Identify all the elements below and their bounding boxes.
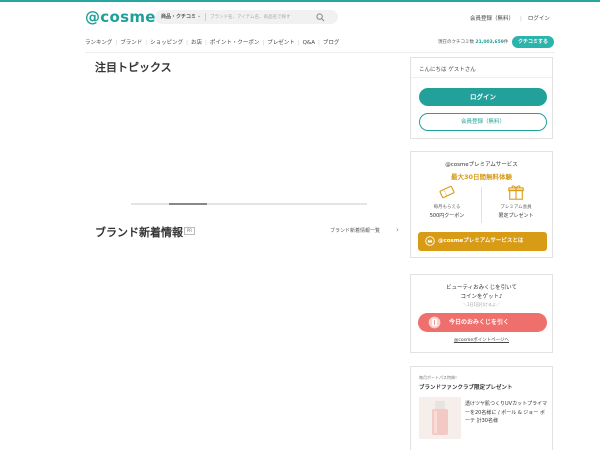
chevron-down-icon[interactable]: ⌄: [197, 13, 201, 19]
review-count: 現在のクチコミ数 21,003,659件: [438, 39, 508, 45]
header-link-separator: |: [520, 16, 522, 22]
nav-item-presents[interactable]: プレゼント: [267, 38, 295, 46]
premium-button-label: @cosmeプレミアムサービスとは: [438, 238, 524, 244]
omikuji-title-line1: ビューティおみくじを引いて: [445, 285, 517, 291]
crown-icon: [425, 236, 435, 246]
fanclub-description[interactable]: 透けツヤ肌つくりUVカットプライマーを20名様に / ポール & ジョー ボーテ…: [465, 400, 549, 426]
fanclub-small-text: 毎月ポートパス特典！: [419, 375, 459, 380]
nav-separator: |: [115, 40, 118, 46]
premium-benefit-present: プレミアム会員 限定プレゼント: [485, 183, 547, 219]
nav-separator: |: [262, 40, 265, 46]
nav-separator: |: [145, 40, 148, 46]
search-input[interactable]: ブランド名、アイテム名、商品名で探す: [210, 14, 291, 20]
omikuji-button-label: 今日のおみくじを引く: [449, 319, 510, 326]
header-account-links: 会員登録（無料） | ログイン: [470, 14, 550, 22]
global-nav: ランキング | ブランド | ショッピング | お店 | ポイント・クーポン | プレゼント | Q&A…: [85, 36, 555, 50]
fanclub-present-card: 毎月ポートパス特典！ ブランドファンクラブ限定プレゼント 透けツヤ肌つくりUVカ…: [410, 366, 553, 450]
nav-separator: |: [297, 40, 300, 46]
nav-separator: |: [204, 40, 207, 46]
omikuji-icon: [428, 316, 441, 329]
coupon-icon: [439, 185, 455, 199]
nav-separator: |: [317, 40, 320, 46]
premium-benefit-coupon: 毎月もらえる 500円クーポン: [416, 183, 478, 219]
fanclub-title[interactable]: ブランドファンクラブ限定プレゼント: [419, 383, 513, 391]
login-link[interactable]: ログイン: [528, 14, 550, 22]
register-button[interactable]: 会員登録（無料）: [419, 113, 547, 131]
nav-item-ranking[interactable]: ランキング: [85, 38, 112, 46]
cosme-logo[interactable]: @cosme: [85, 8, 156, 26]
nav-divider: [85, 52, 555, 53]
carousel-indicator-active[interactable]: [169, 203, 207, 205]
omikuji-card: ビューティおみくじを引いて コインをゲット♪ ＼1日1回引けるよ／ 今日のおみく…: [410, 274, 553, 353]
review-count-unit: 件: [503, 40, 509, 45]
search-divider: [205, 13, 206, 21]
omikuji-title-line2: コインをゲット♪: [460, 294, 503, 300]
carousel-indicator-track[interactable]: [131, 203, 367, 205]
benefit-left-line1: 毎月もらえる: [433, 205, 461, 210]
nav-items: ランキング | ブランド | ショッピング | お店 | ポイント・クーポン | プレゼント | Q&A…: [85, 38, 339, 46]
premium-subtitle: 最大30日間無料体験: [450, 173, 513, 181]
nav-item-shops[interactable]: お店: [191, 38, 202, 46]
search-bar[interactable]: 商品・クチコミ ⌄ ブランド名、アイテム名、商品名で探す: [155, 10, 338, 24]
nav-item-brand[interactable]: ブランド: [120, 38, 142, 46]
brand-news-more-link[interactable]: ブランド新着情報一覧: [330, 227, 380, 234]
review-count-value: 21,003,659: [475, 40, 504, 45]
benefit-left-line2: 500円クーポン: [429, 213, 465, 219]
topics-heading: 注目トピックス: [95, 61, 172, 74]
post-review-button[interactable]: クチコミする: [512, 36, 554, 48]
primer-bottle-icon: [419, 397, 461, 439]
benefit-right-line1: プレミアム会員: [500, 205, 532, 210]
nav-item-blog[interactable]: ブログ: [323, 38, 340, 46]
brand-news-heading: ブランド新着情報: [95, 226, 183, 239]
nav-item-shopping[interactable]: ショッピング: [150, 38, 183, 46]
card-divider: [411, 77, 552, 78]
premium-title: @cosmeプレミアムサービス: [445, 162, 518, 168]
nav-item-qa[interactable]: Q&A: [303, 40, 315, 46]
search-icon[interactable]: [316, 13, 325, 22]
nav-separator: |: [186, 40, 188, 46]
gift-icon: [508, 185, 524, 200]
login-card: こんにちは ゲストさん ログイン 会員登録（無料）: [410, 57, 553, 139]
points-page-link[interactable]: @cosmeポイントページへ: [411, 337, 552, 343]
login-button[interactable]: ログイン: [419, 88, 547, 106]
omikuji-note: ＼1日1回引けるよ／: [462, 302, 501, 307]
product-image[interactable]: [419, 397, 461, 439]
site-header: @cosme 商品・クチコミ ⌄ ブランド名、アイテム名、商品名で探す 会員登録…: [0, 2, 600, 32]
benefit-divider: [481, 187, 482, 223]
benefit-right-line2: 限定プレゼント: [498, 213, 534, 219]
search-category-select[interactable]: 商品・クチコミ: [161, 13, 196, 20]
draw-omikuji-button[interactable]: 今日のおみくじを引く: [418, 313, 547, 332]
review-count-label: 現在のクチコミ数: [438, 40, 474, 45]
greeting-text: こんにちは ゲストさん: [419, 67, 476, 73]
chevron-right-icon[interactable]: ›: [396, 226, 399, 234]
premium-service-button[interactable]: @cosmeプレミアムサービスとは: [418, 232, 547, 251]
register-link[interactable]: 会員登録（無料）: [470, 14, 514, 22]
pr-badge: PR: [184, 227, 195, 235]
nav-item-points-coupons[interactable]: ポイント・クーポン: [210, 38, 260, 46]
premium-service-card: @cosmeプレミアムサービス 最大30日間無料体験 毎月もらえる 500円クー…: [410, 151, 553, 258]
